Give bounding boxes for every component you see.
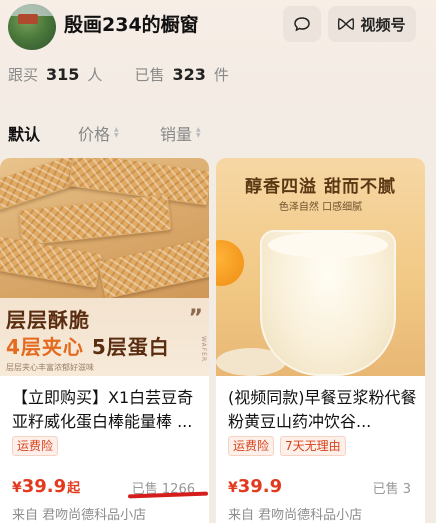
- image-headline: 层层酥脆: [6, 308, 90, 332]
- avatar-roof: [18, 14, 38, 24]
- sort-price-tab[interactable]: 价格 ▲ ▼: [78, 121, 119, 145]
- sort-sales-tab[interactable]: 销量 ▲ ▼: [160, 121, 201, 145]
- sort-arrows-icon: ▲ ▼: [196, 126, 201, 139]
- product-card[interactable]: 层层酥脆 4层夹心 5层蛋白 层层夹心丰富浓郁好滋味 ” WAFER 【立即购买…: [0, 158, 209, 523]
- price-value: 39.9: [21, 476, 67, 497]
- sort-default-tab[interactable]: 默认: [8, 121, 40, 145]
- shop-header: 殷画234的橱窗 视频号 跟买 315 人 已售 323 件: [0, 0, 436, 112]
- image-subheadline-b: 5层蛋白: [91, 335, 170, 359]
- shop-name: 殷画234的橱窗: [64, 14, 199, 36]
- tag-shipping-insurance: 运费险: [12, 436, 59, 456]
- source-shop[interactable]: 来自 君吻尚德科品小店: [228, 504, 362, 523]
- sold-unit: 件: [213, 66, 229, 84]
- image-subheadline: 色泽自然 口感细腻: [278, 202, 363, 213]
- video-channel-button[interactable]: 视频号: [328, 6, 416, 42]
- message-button[interactable]: [283, 6, 321, 42]
- orange-decor: [216, 240, 244, 286]
- quote-mark: ”: [188, 306, 203, 331]
- product-image[interactable]: 层层酥脆 4层夹心 5层蛋白 层层夹心丰富浓郁好滋味 ” WAFER: [0, 158, 209, 376]
- sort-default-label: 默认: [8, 125, 41, 144]
- image-side-text: WAFER: [200, 336, 207, 363]
- follow-label: 跟买: [8, 66, 39, 84]
- price-suffix: 起: [67, 481, 81, 496]
- tag-7day-return: 7天无理由: [280, 436, 346, 456]
- sort-sales-label: 销量: [160, 125, 193, 144]
- follow-count: 315: [46, 65, 80, 84]
- wafer-decor: [18, 194, 172, 246]
- glass-top-decor: [268, 232, 388, 258]
- shop-avatar[interactable]: [8, 4, 56, 50]
- product-tags: 运费险 7天无理由: [228, 436, 346, 456]
- sort-bar: 默认 价格 ▲ ▼ 销量 ▲ ▼: [0, 112, 436, 152]
- product-card[interactable]: 醇香四溢 甜而不腻 色泽自然 口感细腻 (视频同款)早餐豆浆粉代餐粉黄豆山药冲饮…: [216, 158, 425, 523]
- product-title[interactable]: (视频同款)早餐豆浆粉代餐粉黄豆山药冲饮谷...: [228, 386, 418, 434]
- bowtie-icon: [338, 18, 355, 30]
- price-currency: ¥: [228, 480, 238, 496]
- image-subheadline-a: 4层夹心: [6, 335, 84, 359]
- sold-label: 已售: [134, 66, 165, 84]
- image-caption: 层层夹心丰富浓郁好滋味: [6, 363, 94, 372]
- price-currency: ¥: [12, 480, 22, 496]
- sort-arrows-icon: ▲ ▼: [114, 126, 119, 139]
- tag-shipping-insurance: 运费险: [228, 436, 275, 456]
- product-image[interactable]: 醇香四溢 甜而不腻 色泽自然 口感细腻: [216, 158, 425, 376]
- video-channel-label: 视频号: [360, 15, 406, 34]
- source-shop[interactable]: 来自 君吻尚德科品小店: [12, 504, 146, 523]
- product-tags: 运费险: [12, 436, 59, 456]
- price-value: 39.9: [237, 476, 283, 497]
- product-price: ¥ 39.9 起: [12, 476, 80, 497]
- image-subheadline: 4层夹心 5层蛋白: [6, 331, 170, 360]
- follow-unit: 人: [87, 66, 103, 84]
- product-title[interactable]: 【立即购买】X1白芸豆奇亚籽威化蛋白棒能量棒 ...: [12, 386, 202, 434]
- wafer-decor: [97, 234, 209, 300]
- sold-count: 已售 3: [372, 482, 411, 497]
- chat-bubble-icon: [294, 17, 310, 32]
- product-price: ¥ 39.9: [228, 476, 282, 497]
- shop-stats: 跟买 315 人 已售 323 件: [8, 64, 229, 85]
- sort-price-label: 价格: [78, 125, 111, 144]
- image-headline: 醇香四溢 甜而不腻: [245, 177, 396, 197]
- sold-count: 323: [172, 65, 206, 84]
